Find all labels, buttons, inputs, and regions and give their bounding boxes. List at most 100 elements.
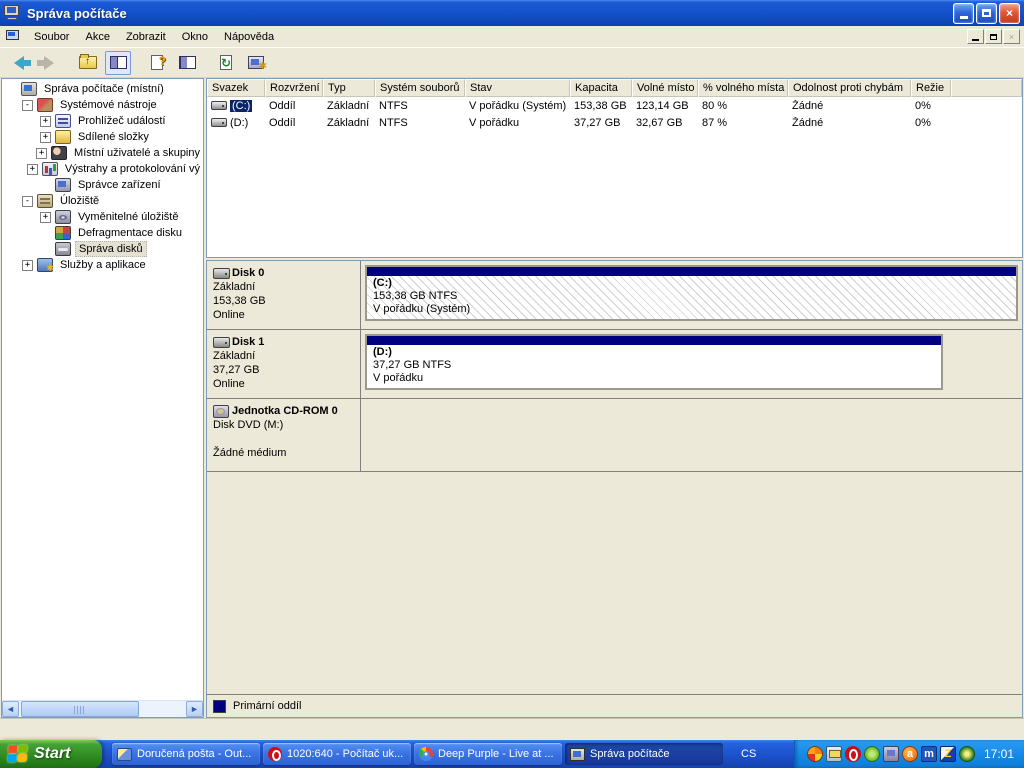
column-header-svazek[interactable]: Svazek [207,79,265,97]
collapse-expander[interactable]: - [22,100,33,111]
disk1-info[interactable]: Disk 1 Základní 37,27 GB Online [207,330,361,398]
column-header-kapacita[interactable]: Kapacita [570,79,632,97]
device-manager-icon [55,178,71,192]
tree-item-services-applications[interactable]: + Služby a aplikace [2,257,203,273]
show-action-pane-button[interactable] [174,51,200,75]
column-header-typ[interactable]: Typ [323,79,375,97]
tree-item-disk-management[interactable]: Správa disků [2,241,203,257]
disk0-info[interactable]: Disk 0 Základní 153,38 GB Online [207,261,361,329]
chrome-icon [419,747,433,761]
expand-expander[interactable]: + [27,164,38,175]
legend-bar: Primární oddíl [207,694,1022,717]
table-row-volume-c[interactable]: (C:) Oddíl Základní NTFS V pořádku (Syst… [207,97,1022,114]
disk0-graph: (C:) 153,38 GB NTFS V pořádku (Systém) [361,261,1022,329]
partition-d[interactable]: (D:) 37,27 GB NTFS V pořádku [365,334,943,390]
tree-horizontal-scrollbar[interactable]: ◄ ► [2,700,203,717]
disk-defragmenter-icon [55,226,71,240]
tree-item-storage[interactable]: - Úložiště [2,193,203,209]
zonealarm-icon[interactable]: Z [940,746,956,762]
up-one-level-button[interactable] [75,51,101,75]
close-button[interactable]: × [999,3,1020,24]
mail-tray-icon[interactable] [826,746,842,762]
mdi-minimize-button[interactable] [967,29,984,44]
tree-item-removable-storage[interactable]: + Vyměnitelné úložiště [2,209,203,225]
taskbar-button-outlook[interactable]: Doručená pošta - Out... [112,743,260,765]
taskbar: Start Doručená pošta - Out... 1020:640 -… [0,740,1024,768]
expand-expander[interactable]: + [40,116,51,127]
start-button[interactable]: Start [0,740,102,768]
disk0-status: Online [213,308,354,322]
column-header-rezie[interactable]: Režie [911,79,951,97]
menu-napoveda[interactable]: Nápověda [216,28,282,46]
shared-folders-icon [55,130,71,144]
display-settings-icon[interactable] [883,746,899,762]
menu-akce[interactable]: Akce [77,28,117,46]
menu-okno[interactable]: Okno [174,28,216,46]
disk1-status: Online [213,377,354,391]
console-tree: Správa počítače (místní) - Systémové nás… [2,79,203,700]
column-header-system-souboru[interactable]: Systém souborů [375,79,465,97]
expand-expander[interactable]: + [22,260,33,271]
column-header-odolnost[interactable]: Odolnost proti chybám [788,79,911,97]
removable-storage-icon [55,210,71,224]
help-topic-button[interactable] [144,51,170,75]
partition-c-color-band [367,267,1016,276]
expand-expander[interactable]: + [36,148,47,159]
column-header-rozvrzeni[interactable]: Rozvržení [265,79,323,97]
cdrom-info[interactable]: Jednotka CD-ROM 0 Disk DVD (M:) Žádné mé… [207,399,361,471]
icq-flower-icon[interactable] [864,746,880,762]
partition-c[interactable]: (C:) 153,38 GB NTFS V pořádku (Systém) [365,265,1018,321]
tree-item-shared-folders[interactable]: + Sdílené složky [2,129,203,145]
column-header-volne-misto[interactable]: Volné místo [632,79,698,97]
table-row-volume-d[interactable]: (D:) Oddíl Základní NTFS V pořádku 37,27… [207,114,1022,131]
collapse-expander[interactable]: - [22,196,33,207]
avast-icon[interactable]: a [902,746,918,762]
messenger-m-icon[interactable]: m [921,746,937,762]
computer-icon [570,748,585,761]
menu-zobrazit[interactable]: Zobrazit [118,28,174,46]
title-bar: Správa počítače × [0,0,1024,26]
scrollbar-track[interactable] [19,701,186,717]
hard-disk-icon [213,268,230,279]
mdi-close-button[interactable]: × [1003,29,1020,44]
opera-tray-icon[interactable] [845,746,861,762]
tree-item-performance-logs[interactable]: + Výstrahy a protokolování vý [2,161,203,177]
cdrom-row: Jednotka CD-ROM 0 Disk DVD (M:) Žádné mé… [207,399,1022,472]
tree-item-computer-management[interactable]: Správa počítače (místní) [2,81,203,97]
forward-button[interactable] [36,51,62,75]
tree-item-local-users[interactable]: + Místní uživatelé a skupiny [2,145,203,161]
language-indicator[interactable]: CS [723,740,768,768]
back-button[interactable] [6,51,32,75]
tree-item-system-tools[interactable]: - Systémové nástroje [2,97,203,113]
expand-expander[interactable]: + [40,212,51,223]
minimize-button[interactable] [953,3,974,24]
restore-button[interactable] [976,3,997,24]
tree-item-event-viewer[interactable]: + Prohlížeč událostí [2,113,203,129]
scrollbar-thumb[interactable] [21,701,139,717]
event-viewer-icon [55,114,71,128]
expand-expander[interactable]: + [40,132,51,143]
column-header-stav[interactable]: Stav [465,79,570,97]
local-users-icon [51,146,67,160]
scroll-right-button[interactable]: ► [186,701,203,717]
column-header-pct-volneho[interactable]: % volného místa [698,79,788,97]
clock[interactable]: 17:01 [984,747,1014,761]
taskbar-button-computer-management[interactable]: Správa počítače [565,743,723,765]
menu-soubor[interactable]: Soubor [26,28,77,46]
tree-item-disk-defragmenter[interactable]: Defragmentace disku [2,225,203,241]
pinwheel-icon[interactable] [807,746,823,762]
volume-list-header: Svazek Rozvržení Typ Systém souborů Stav… [207,79,1022,97]
show-console-tree-button[interactable] [105,51,131,75]
console-tree-panel: Správa počítače (místní) - Systémové nás… [1,78,204,718]
opera-icon [268,747,282,761]
computer-config-button[interactable] [243,51,269,75]
refresh-button[interactable] [213,51,239,75]
stopwatch-icon[interactable] [959,746,975,762]
disk0-row: Disk 0 Základní 153,38 GB Online (C:) 15… [207,261,1022,330]
taskbar-button-chrome[interactable]: Deep Purple - Live at ... [414,743,562,765]
cd-rom-icon [213,405,229,418]
mdi-restore-button[interactable] [985,29,1002,44]
scroll-left-button[interactable]: ◄ [2,701,19,717]
taskbar-button-opera[interactable]: 1020:640 - Počítač uk... [263,743,411,765]
tree-item-device-manager[interactable]: Správce zařízení [2,177,203,193]
